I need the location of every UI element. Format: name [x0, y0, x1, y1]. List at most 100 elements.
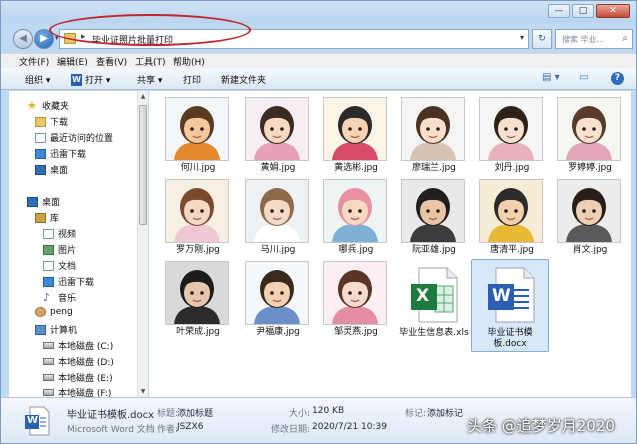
scroll-up-arrow-icon[interactable]: ▲: [139, 93, 147, 100]
file-name: 毕业生信息表.xls: [399, 328, 469, 338]
sidebar-item-music[interactable]: ♪ 音乐: [43, 291, 76, 304]
address-history-dropdown-icon[interactable]: ▾: [520, 33, 524, 42]
image-thumbnail: [165, 179, 229, 243]
help-icon[interactable]: ?: [611, 72, 624, 85]
details-modified-label: 修改日期:: [271, 425, 311, 435]
file-tile-image[interactable]: 尹福康.jpg: [239, 259, 317, 341]
pictures-icon: [43, 244, 54, 255]
sidebar-label: 最近访问的位置: [50, 134, 114, 144]
sidebar-item-favorites[interactable]: ★ 收藏夹: [27, 99, 69, 112]
minimize-button[interactable]: —: [548, 4, 570, 18]
sidebar-item-disk-d[interactable]: 本地磁盘 (D:): [43, 355, 114, 368]
refresh-button[interactable]: ↻: [532, 29, 552, 49]
scrollbar-thumb[interactable]: [139, 105, 147, 225]
open-button[interactable]: W 打开 ▾: [71, 73, 110, 86]
thunder-download-icon: [35, 148, 46, 159]
file-tile-image[interactable]: 黄娟.jpg: [239, 95, 317, 177]
search-icon[interactable]: ⌕: [622, 33, 628, 44]
image-thumbnail: [245, 179, 309, 243]
organize-label: 组织 ▾: [25, 76, 51, 86]
sidebar-item-documents[interactable]: 文档: [43, 259, 76, 272]
sidebar-item-disk-f[interactable]: 本地磁盘 (F:): [43, 386, 111, 397]
new-folder-button[interactable]: 新建文件夹: [221, 73, 266, 86]
search-input[interactable]: 搜索 毕业... ⌕: [555, 29, 633, 49]
file-tile-image[interactable]: 邹灵燕.jpg: [317, 259, 395, 341]
details-file-type: Microsoft Word 文档: [67, 425, 155, 435]
sidebar-item-recent[interactable]: 最近访问的位置: [35, 131, 113, 144]
menu-view[interactable]: 查看(V): [96, 55, 127, 68]
details-title-value[interactable]: 添加标题: [177, 406, 213, 419]
menu-bar: 文件(F) 编辑(E) 查看(V) 工具(T) 帮助(H): [1, 53, 636, 68]
scroll-down-arrow-icon[interactable]: ▼: [139, 388, 147, 395]
image-thumbnail: [401, 179, 465, 243]
menu-tools[interactable]: 工具(T): [135, 55, 166, 68]
sidebar-item-desktop[interactable]: 桌面: [27, 195, 60, 208]
sidebar-item-pictures[interactable]: 图片: [43, 243, 76, 256]
file-tile-image[interactable]: 何川.jpg: [159, 95, 237, 177]
watermark-text: 头条 @追梦岁月2020: [467, 417, 615, 435]
print-button[interactable]: 打印: [183, 73, 201, 86]
videos-icon: [43, 228, 54, 239]
file-tile-image[interactable]: 阮亚雄.jpg: [395, 177, 473, 259]
disk-drive-icon: [43, 374, 54, 381]
share-button[interactable]: 共享 ▾: [137, 73, 162, 86]
file-name: 刘丹.jpg: [494, 163, 530, 173]
file-tile-image[interactable]: 哪兵.jpg: [317, 177, 395, 259]
sidebar-label: 下载: [50, 118, 69, 128]
file-tile-image[interactable]: 马川.jpg: [239, 177, 317, 259]
sidebar-label: 视频: [58, 230, 77, 240]
details-modified-value: 2020/7/21 10:39: [312, 422, 387, 432]
menu-help[interactable]: 帮助(H): [173, 55, 205, 68]
disk-drive-icon: [43, 358, 54, 365]
file-tile-excel[interactable]: X 毕业生信息表.xls: [395, 260, 473, 342]
sidebar-label: 库: [50, 214, 60, 224]
file-tile-image[interactable]: 唐清平.jpg: [473, 177, 551, 259]
details-file-name: 毕业证书模板.docx: [67, 410, 155, 421]
file-tile-image[interactable]: 黄选彬.jpg: [317, 95, 395, 177]
sidebar-item-thunder-library[interactable]: 迅雷下载: [43, 275, 94, 288]
sidebar-label: peng: [50, 307, 73, 317]
file-name: 叶荣成.jpg: [176, 327, 220, 337]
file-tile-image[interactable]: 刘丹.jpg: [473, 95, 551, 177]
image-thumbnail: [557, 97, 621, 161]
image-thumbnail: [323, 97, 387, 161]
file-name: 何川.jpg: [180, 163, 216, 173]
details-tags-label: 标记:: [405, 409, 427, 419]
menu-edit[interactable]: 编辑(E): [57, 55, 88, 68]
change-view-icon[interactable]: ▤ ▾: [542, 72, 560, 83]
file-tile-image[interactable]: 罗婷婷.jpg: [551, 95, 629, 177]
sidebar-item-disk-c[interactable]: 本地磁盘 (C:): [43, 339, 113, 352]
documents-icon: [43, 260, 54, 271]
disk-drive-icon: [43, 389, 54, 396]
close-button[interactable]: ✕: [596, 4, 630, 18]
navigation-pane-scrollbar[interactable]: ▲ ▼: [137, 91, 148, 397]
sidebar-item-user[interactable]: peng: [35, 307, 73, 317]
details-author-label: 作者:: [157, 425, 179, 435]
library-icon: [35, 212, 46, 223]
organize-button[interactable]: 组织 ▾: [25, 73, 50, 86]
sidebar-item-downloads[interactable]: 下载: [35, 115, 68, 128]
back-button[interactable]: ◀: [13, 29, 33, 49]
file-tile-image[interactable]: 廖瑞兰.jpg: [395, 95, 473, 177]
file-tile-word-selected[interactable]: W 毕业证书模板.docx: [471, 259, 549, 352]
preview-pane-icon[interactable]: ▭: [579, 72, 588, 83]
file-tile-image[interactable]: 肖文.jpg: [551, 177, 629, 259]
file-name: 肖文.jpg: [572, 245, 608, 255]
word-icon: W: [71, 73, 82, 86]
file-tile-image[interactable]: 罗万刚.jpg: [159, 177, 237, 259]
details-tags-value[interactable]: 添加标记: [427, 406, 463, 419]
file-name: 唐清平.jpg: [490, 245, 534, 255]
menu-file[interactable]: 文件(F): [19, 55, 49, 68]
sidebar-item-desktop-favorite[interactable]: 桌面: [35, 163, 68, 176]
sidebar-label: 迅雷下载: [50, 150, 87, 160]
sidebar-item-library[interactable]: 库: [35, 211, 59, 224]
sidebar-item-videos[interactable]: 视频: [43, 227, 76, 240]
file-tile-image[interactable]: 叶荣成.jpg: [159, 259, 237, 341]
sidebar-label: 本地磁盘 (F:): [58, 389, 112, 397]
sidebar-label: 本地磁盘 (D:): [58, 358, 114, 368]
sidebar-item-thunder[interactable]: 迅雷下载: [35, 147, 86, 160]
sidebar-item-disk-e[interactable]: 本地磁盘 (E:): [43, 371, 113, 384]
maximize-button[interactable]: □: [572, 4, 594, 18]
details-author-value[interactable]: JSZX6: [177, 422, 203, 432]
sidebar-item-computer[interactable]: 计算机: [35, 323, 77, 336]
